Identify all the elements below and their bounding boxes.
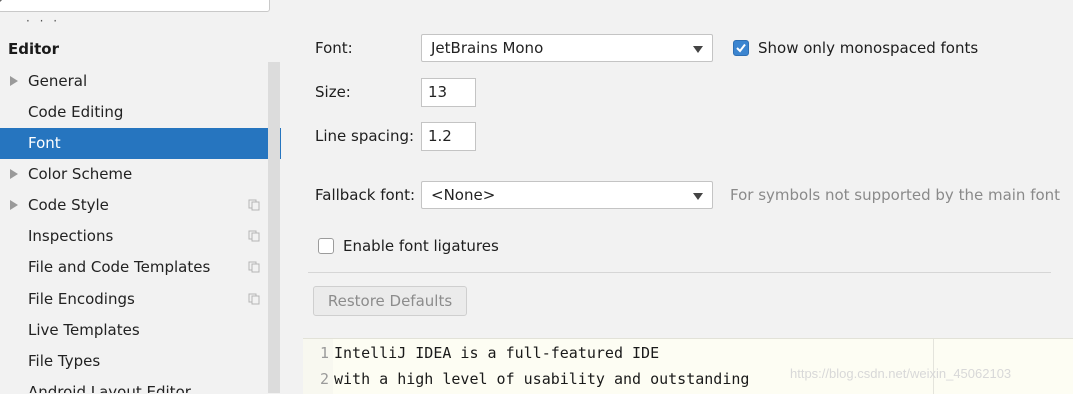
sidebar-item-label: Live Templates	[28, 321, 140, 339]
checkmark-icon	[736, 43, 746, 53]
project-scope-icon	[248, 230, 260, 242]
sidebar-item-code-style[interactable]: Code Style	[0, 190, 281, 221]
sidebar-item-file-and-code-templates[interactable]: File and Code Templates	[0, 252, 281, 283]
line-number: 2	[319, 370, 329, 388]
dropdown-arrow-icon	[693, 46, 703, 53]
sidebar-item-android-layout-editor[interactable]: Android Layout Editor	[0, 377, 281, 393]
sidebar-item-code-editing[interactable]: Code Editing	[0, 97, 281, 128]
line-spacing-field[interactable]: 1.2	[421, 122, 476, 151]
monospaced-checkbox[interactable]	[733, 40, 749, 56]
project-scope-icon	[248, 199, 260, 211]
sidebar-item-color-scheme[interactable]: Color Scheme	[0, 159, 281, 190]
project-scope-icon	[248, 261, 260, 273]
sidebar-item-live-templates[interactable]: Live Templates	[0, 315, 281, 346]
expand-arrow-icon[interactable]	[10, 200, 18, 210]
sidebar-item-general[interactable]: General	[0, 66, 281, 97]
preview-code-line: with a high level of usability and outst…	[334, 370, 750, 388]
sidebar-item-file-encodings[interactable]: File Encodings	[0, 284, 281, 315]
clipped-row: · · ·	[26, 14, 61, 28]
sidebar-item-label: File and Code Templates	[28, 258, 211, 276]
expand-arrow-icon[interactable]	[10, 169, 18, 179]
sidebar-item-file-types[interactable]: File Types	[0, 346, 281, 377]
sidebar-scrollbar[interactable]	[268, 62, 280, 393]
sidebar-item-label: Font	[28, 134, 61, 152]
dropdown-arrow-icon	[693, 193, 703, 200]
fallback-font-value: <None>	[431, 186, 496, 204]
settings-sidebar: · · · Editor General Code Editing Font Colo…	[0, 0, 281, 393]
watermark-text: https://blog.csdn.net/weixin_45062103	[790, 366, 1012, 381]
settings-search-input[interactable]	[0, 0, 270, 12]
fallback-font-dropdown[interactable]: <None>	[421, 181, 713, 209]
size-label: Size:	[315, 83, 351, 101]
project-scope-icon	[248, 293, 260, 305]
sidebar-item-inspections[interactable]: Inspections	[0, 221, 281, 252]
font-settings-panel: Font: JetBrains Mono Show only monospace…	[281, 0, 1073, 394]
restore-defaults-button[interactable]: Restore Defaults	[313, 286, 467, 316]
size-field[interactable]: 13	[421, 78, 476, 107]
fallback-font-label: Fallback font:	[315, 186, 416, 204]
ligatures-checkbox[interactable]	[318, 238, 334, 254]
sidebar-item-label: Code Style	[28, 196, 109, 214]
preview-code-line: IntelliJ IDEA is a full-featured IDE	[334, 344, 660, 362]
sidebar-item-label: General	[28, 72, 88, 90]
sidebar-section-title: Editor	[8, 40, 59, 58]
ligatures-label: Enable font ligatures	[343, 237, 499, 255]
font-family-dropdown[interactable]: JetBrains Mono	[421, 34, 713, 62]
font-label: Font:	[315, 39, 353, 57]
sidebar-item-font[interactable]: Font	[0, 128, 281, 159]
font-family-value: JetBrains Mono	[431, 39, 544, 57]
monospaced-label: Show only monospaced fonts	[758, 39, 979, 57]
sidebar-item-label: Color Scheme	[28, 165, 133, 183]
sidebar-item-label: Android Layout Editor	[28, 383, 191, 393]
expand-arrow-icon[interactable]	[10, 76, 18, 86]
search-icon	[0, 0, 3, 3]
fallback-font-hint: For symbols not supported by the main fo…	[730, 186, 1061, 204]
sidebar-item-label: File Types	[28, 352, 101, 370]
line-spacing-label: Line spacing:	[315, 127, 415, 145]
line-number: 1	[319, 344, 329, 362]
sidebar-item-label: Code Editing	[28, 103, 124, 121]
sidebar-item-label: Inspections	[28, 227, 114, 245]
sidebar-item-label: File Encodings	[28, 290, 135, 308]
divider	[308, 272, 1051, 273]
